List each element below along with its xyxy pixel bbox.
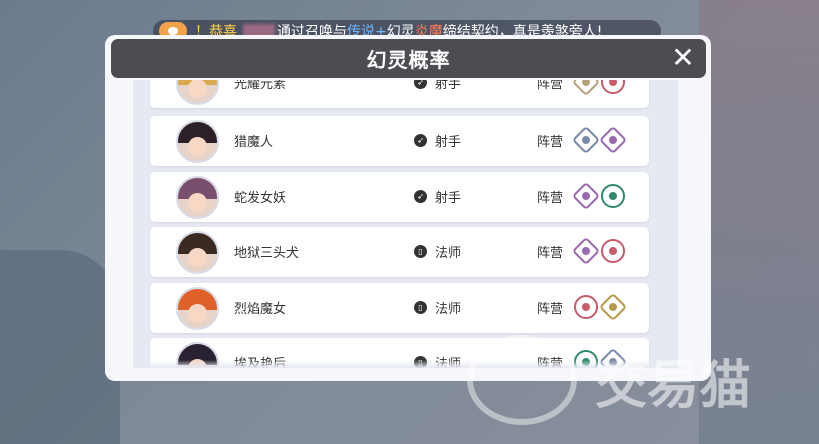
bow-icon: ➶ [414,190,427,203]
hero-row[interactable]: 地狱三头犬 ▯ 法师 阵营 [150,227,649,277]
hero-avatar [176,231,219,274]
hero-row[interactable]: 烈焰魔女 ▯ 法师 阵营 [150,283,649,333]
faction-label: 阵营 [537,191,564,206]
watermark: 交易猫 [467,335,812,425]
hero-row[interactable]: 猎魔人 ➶ 射手 阵营 [150,116,649,166]
dialog-title: 幻灵概率 [366,48,451,72]
hero-name: 地狱三头犬 [234,246,300,261]
faction-icon [601,239,625,263]
close-button[interactable]: ✕ [670,44,696,72]
faction-icon [601,80,625,94]
hero-name: 蛇发女妖 [234,191,287,206]
faction-icon [571,181,601,211]
book-icon: ▯ [414,301,427,314]
background-shape [0,250,120,444]
hero-row[interactable]: 光耀元素 ➶ 射手 阵营 [150,80,649,108]
hero-class: 法师 [435,302,462,317]
faction-icon [598,125,628,155]
hero-avatar [176,80,219,105]
hero-list[interactable]: 光耀元素 ➶ 射手 阵营 猎魔人 ➶ 射手 阵营 蛇发女妖 ➶ 射手 阵营 地狱三头犬 ▯ 法师 阵营 烈焰魔女… [133,80,678,368]
hero-avatar [176,176,219,219]
faction-icon [571,236,601,266]
faction-label: 阵营 [537,80,564,92]
watermark-text: 交易猫 [595,355,752,416]
faction-label: 阵营 [537,302,564,317]
faction-label: 阵营 [537,135,564,150]
hero-class: 射手 [435,80,462,92]
hero-class: 射手 [435,135,462,150]
hero-row[interactable]: 蛇发女妖 ➶ 射手 阵营 [150,172,649,222]
bow-icon: ➶ [414,80,427,89]
hero-name: 烈焰魔女 [234,302,287,317]
faction-icon [571,125,601,155]
bow-icon: ➶ [414,134,427,147]
hero-avatar [176,120,219,163]
hero-class: 法师 [435,246,462,261]
book-icon: ▯ [414,245,427,258]
hero-avatar [176,287,219,330]
hero-class: 射手 [435,191,462,206]
faction-icon [601,184,625,208]
faction-icon [574,295,598,319]
hero-name: 光耀元素 [234,80,287,92]
faction-label: 阵营 [537,246,564,261]
faction-icon [571,80,601,97]
faction-icon [598,292,628,322]
dialog-titlebar: 幻灵概率 ✕ [111,39,706,78]
hero-name: 猎魔人 [234,135,274,150]
watermark-logo-icon [467,335,577,425]
